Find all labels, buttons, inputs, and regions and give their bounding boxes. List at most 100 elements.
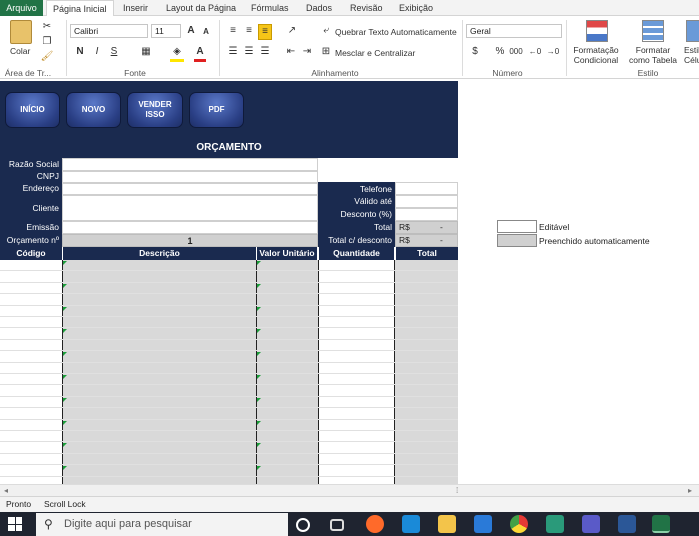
teams-icon[interactable]	[582, 515, 600, 533]
merge-center-button[interactable]: Mesclar e Centralizar	[335, 48, 415, 58]
paste-icon[interactable]	[10, 20, 32, 44]
file-explorer-icon[interactable]	[438, 515, 456, 533]
table-row[interactable]	[0, 431, 458, 443]
cliente-field[interactable]	[62, 195, 318, 221]
razao-social-field[interactable]	[62, 158, 318, 171]
align-center-icon[interactable]: ☰	[242, 45, 256, 59]
format-painter-icon[interactable]: 🖌	[40, 50, 54, 64]
emissao-field[interactable]	[62, 221, 318, 234]
tab-pagina-inicial[interactable]: Página Inicial	[46, 0, 114, 16]
telefone-field[interactable]	[395, 182, 458, 195]
label-desconto: Desconto (%)	[318, 209, 395, 220]
scroll-left-icon[interactable]: ◂	[4, 486, 8, 495]
inicio-button[interactable]: INÍCIO	[5, 92, 60, 128]
orientation-icon[interactable]: ↗	[284, 24, 300, 38]
table-row[interactable]	[0, 351, 458, 363]
scroll-thumb-icon[interactable]: ⁞	[456, 486, 458, 495]
table-row[interactable]	[0, 442, 458, 454]
cut-icon[interactable]: ✂	[40, 20, 54, 34]
valido-ate-field[interactable]	[395, 195, 458, 208]
cortana-icon[interactable]	[296, 518, 310, 532]
increase-indent-icon[interactable]: ⇥	[300, 45, 314, 59]
error-indicator-icon	[63, 352, 67, 357]
decrease-indent-icon[interactable]: ⇤	[284, 45, 298, 59]
align-left-icon[interactable]: ☰	[226, 45, 240, 59]
table-row[interactable]	[0, 317, 458, 329]
format-table-icon[interactable]	[642, 20, 664, 42]
thousands-button[interactable]: 000	[508, 45, 524, 59]
align-right-icon[interactable]: ☰	[258, 45, 272, 59]
tab-arquivo[interactable]: Arquivo	[0, 0, 43, 16]
tab-inserir[interactable]: Inserir	[123, 0, 148, 16]
status-scroll-lock: Scroll Lock	[44, 499, 86, 509]
tab-revisao[interactable]: Revisão	[350, 0, 383, 16]
decrease-decimal-icon[interactable]: →0	[546, 45, 560, 59]
table-row[interactable]	[0, 294, 458, 306]
windows-start-icon[interactable]	[8, 517, 22, 531]
paste-button[interactable]: Colar	[10, 46, 30, 56]
tab-exibicao[interactable]: Exibição	[399, 0, 433, 16]
table-row[interactable]	[0, 465, 458, 477]
endereco-field[interactable]	[62, 183, 318, 195]
app-orange-icon[interactable]	[366, 515, 384, 533]
table-row[interactable]	[0, 271, 458, 283]
increase-decimal-icon[interactable]: ←0	[528, 45, 542, 59]
app-green-icon[interactable]	[546, 515, 564, 533]
task-view-icon[interactable]	[330, 519, 344, 531]
table-row[interactable]	[0, 454, 458, 466]
conditional-format-button[interactable]: Formatação Condicional	[570, 45, 622, 65]
horizontal-scrollbar[interactable]	[0, 484, 699, 496]
table-row[interactable]	[0, 328, 458, 340]
shrink-font-icon[interactable]: A	[200, 25, 212, 39]
conditional-format-icon[interactable]	[586, 20, 608, 42]
font-size-combo[interactable]: 11	[151, 24, 181, 38]
cnpj-field[interactable]	[62, 171, 318, 183]
borders-icon[interactable]: ▦	[139, 45, 153, 59]
table-row[interactable]	[0, 306, 458, 317]
font-color-icon[interactable]: A	[194, 45, 206, 62]
underline-button[interactable]: S	[108, 45, 120, 59]
pdf-button[interactable]: PDF	[189, 92, 244, 128]
bold-button[interactable]: N	[74, 45, 86, 59]
taskbar-search-input[interactable]: Digite aqui para pesquisar	[36, 513, 288, 536]
table-row[interactable]	[0, 340, 458, 352]
vender-isso-button[interactable]: VENDER ISSO	[127, 92, 183, 128]
word-icon[interactable]	[618, 515, 636, 533]
format-table-button[interactable]: Formatar como Tabela	[626, 45, 680, 65]
novo-button[interactable]: NOVO	[66, 92, 121, 128]
scroll-right-icon[interactable]: ▸	[688, 486, 692, 495]
table-row[interactable]	[0, 283, 458, 295]
tab-layout[interactable]: Layout da Página	[166, 0, 236, 16]
error-indicator-icon	[257, 352, 261, 357]
table-row[interactable]	[0, 420, 458, 431]
currency-icon[interactable]: $	[467, 45, 483, 59]
align-bottom-icon[interactable]: ≡	[258, 24, 272, 40]
grow-font-icon[interactable]: A	[185, 24, 197, 38]
merge-center-icon[interactable]: ⊞	[320, 45, 332, 59]
align-top-icon[interactable]: ≡	[226, 24, 240, 38]
table-row[interactable]	[0, 363, 458, 374]
table-row[interactable]	[0, 408, 458, 420]
number-format-combo[interactable]: Geral	[466, 24, 562, 38]
vscode-icon[interactable]	[474, 515, 492, 533]
table-row[interactable]	[0, 385, 458, 397]
font-name-combo[interactable]: Calibri	[70, 24, 148, 38]
copy-icon[interactable]: ❐	[40, 35, 54, 49]
fill-color-icon[interactable]: ◈	[170, 45, 184, 62]
table-row[interactable]	[0, 397, 458, 409]
align-middle-icon[interactable]: ≡	[242, 24, 256, 38]
mail-icon[interactable]	[402, 515, 420, 533]
tab-dados[interactable]: Dados	[306, 0, 332, 16]
chrome-icon[interactable]	[510, 515, 528, 533]
excel-icon[interactable]	[652, 515, 670, 533]
italic-button[interactable]: I	[91, 45, 103, 59]
cell-styles-button[interactable]: Estil Célu	[684, 45, 699, 65]
table-row[interactable]	[0, 374, 458, 386]
wrap-text-icon[interactable]: ⤶	[320, 24, 332, 38]
desconto-field[interactable]	[395, 208, 458, 221]
wrap-text-button[interactable]: Quebrar Texto Automaticamente	[335, 27, 457, 37]
percent-button[interactable]: %	[494, 45, 506, 59]
cell-styles-icon[interactable]	[686, 20, 699, 42]
tab-formulas[interactable]: Fórmulas	[251, 0, 289, 16]
table-row[interactable]	[0, 260, 458, 272]
